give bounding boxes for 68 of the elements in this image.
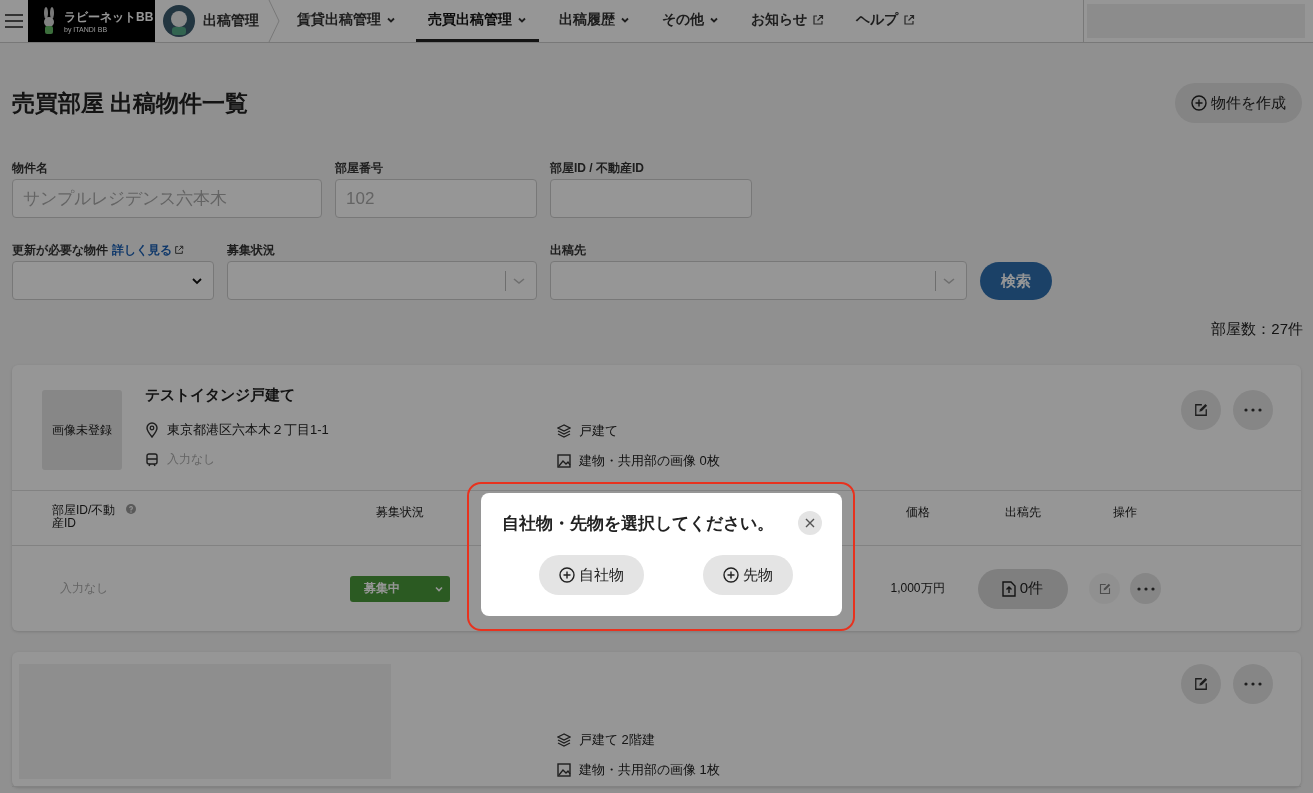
- field-label: 部屋番号: [335, 162, 384, 174]
- column-header: 募集状況: [376, 504, 424, 521]
- field-label: 部屋ID / 不動産ID: [550, 162, 645, 174]
- dialog-title: 自社物・先物を選択してください。: [502, 512, 774, 535]
- nav-tab[interactable]: 出稿履歴: [547, 0, 642, 42]
- more-button[interactable]: [1233, 390, 1273, 430]
- add-icon: [722, 567, 739, 583]
- page-title: 売買部屋 出稿物件一覧: [12, 88, 249, 118]
- edit-button[interactable]: [1181, 390, 1221, 430]
- select-field[interactable]: [12, 261, 214, 300]
- image-placeholder-text: 画像未登録: [52, 421, 112, 439]
- more-button[interactable]: [1233, 664, 1273, 704]
- nav-tab[interactable]: 売買出稿管理: [416, 0, 539, 42]
- property-address: 東京都港区六本木２丁目1-1: [167, 421, 329, 439]
- image-icon: [557, 454, 571, 468]
- field-label: 更新が必要な物件: [12, 241, 108, 259]
- help-icon: [126, 504, 136, 514]
- nav-tab[interactable]: ヘルプ: [844, 0, 927, 42]
- more-button[interactable]: [1130, 573, 1161, 604]
- property-image-count: 建物・共用部の画像 0枚: [579, 452, 720, 470]
- nav-tab[interactable]: その他: [650, 0, 731, 42]
- field-label: 物件名: [12, 162, 49, 174]
- avatar-icon: [163, 5, 195, 37]
- close-button[interactable]: [798, 511, 822, 535]
- location-pin-icon: [145, 422, 159, 438]
- column-header: 部屋ID/不動産ID: [52, 504, 117, 530]
- column-header: 出稿先: [1004, 504, 1041, 521]
- edit-button[interactable]: [1181, 664, 1221, 704]
- close-icon: [805, 518, 815, 528]
- field-label: 募集状況: [227, 241, 275, 259]
- choice-button[interactable]: 先物: [702, 555, 793, 595]
- logo-text: ラビーネットBB: [64, 9, 154, 26]
- choice-button[interactable]: 自社物: [539, 555, 645, 595]
- listings-button[interactable]: 0件: [977, 568, 1068, 609]
- property-type: 戸建て 2階建: [579, 731, 655, 749]
- select-field[interactable]: [550, 261, 967, 300]
- table-cell: 1,000万円: [890, 580, 945, 597]
- more-icon: [1136, 586, 1155, 591]
- text-field[interactable]: [550, 179, 752, 218]
- room-count: 部屋数：27件: [1211, 320, 1303, 339]
- upload-file-icon: [1001, 580, 1016, 597]
- property-title: テストイタンジ戸建て: [145, 386, 296, 405]
- image-icon: [557, 763, 571, 777]
- add-icon: [1191, 95, 1207, 111]
- details-link[interactable]: 詳しく見る: [112, 241, 184, 259]
- more-icon: [1244, 408, 1262, 412]
- edit-icon: [1194, 403, 1208, 417]
- more-icon: [1244, 682, 1262, 686]
- external-link-icon: [903, 13, 915, 26]
- nav-tab[interactable]: お知らせ: [739, 0, 836, 42]
- select-field[interactable]: [227, 261, 537, 300]
- nav-tab[interactable]: 賃貸出稿管理: [285, 0, 408, 42]
- column-header: 価格: [905, 504, 930, 521]
- layers-icon: [557, 424, 571, 438]
- edit-icon: [1194, 677, 1208, 691]
- menu-icon: [5, 14, 23, 28]
- add-icon: [559, 567, 576, 583]
- breadcrumb-item[interactable]: 出稿管理: [203, 12, 259, 30]
- property-image-count: 建物・共用部の画像 1枚: [579, 761, 720, 779]
- field-label: 出稿先: [550, 241, 586, 259]
- property-type: 戸建て: [579, 422, 618, 440]
- search-button[interactable]: 検索: [980, 262, 1052, 300]
- create-property-button[interactable]: 物件を作成: [1175, 83, 1302, 123]
- external-link-icon: [174, 245, 184, 255]
- layers-icon: [557, 733, 571, 747]
- column-header: 操作: [1113, 504, 1137, 521]
- train-icon: [145, 452, 159, 467]
- external-link-icon: [812, 13, 824, 26]
